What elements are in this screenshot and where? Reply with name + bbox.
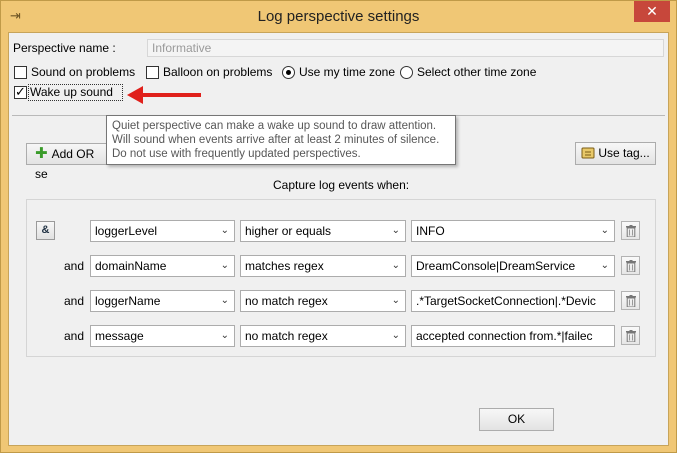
value-input-text: .*TargetSocketConnection|.*Devic	[416, 294, 596, 308]
delete-condition-button[interactable]	[621, 291, 640, 310]
chevron-down-icon: ⌄	[220, 225, 229, 236]
value-combo-value: INFO	[416, 224, 445, 238]
dialog-window: ⇥ Log perspective settings ✕ Perspective…	[0, 0, 677, 453]
operator-combo[interactable]: no match regex ⌄	[240, 325, 406, 347]
trash-icon	[626, 225, 636, 237]
chevron-down-icon: ⌄	[600, 260, 609, 271]
wake-up-sound-checkbox[interactable]	[14, 84, 27, 100]
plus-icon: ✚	[35, 145, 48, 162]
add-or-button[interactable]: ✚ Add OR se	[26, 143, 108, 181]
delete-condition-button[interactable]	[621, 256, 640, 275]
operator-combo[interactable]: higher or equals ⌄	[240, 220, 406, 242]
sound-on-problems-checkbox[interactable]	[14, 66, 27, 79]
field-combo-value: loggerName	[95, 294, 161, 308]
field-combo-value: domainName	[95, 259, 167, 273]
and-connector-label: and	[64, 294, 85, 308]
select-other-time-zone-radio[interactable]	[400, 66, 413, 79]
annotation-arrow-icon	[127, 86, 201, 104]
select-other-time-zone-label[interactable]: Select other time zone	[417, 65, 536, 79]
chevron-down-icon: ⌄	[220, 260, 229, 271]
dialog-body: Perspective name : Informative Sound on …	[8, 32, 669, 446]
field-combo-value: message	[95, 329, 144, 343]
tag-icon	[581, 147, 595, 159]
operator-combo[interactable]: matches regex ⌄	[240, 255, 406, 277]
delete-condition-button[interactable]	[621, 221, 640, 240]
field-combo[interactable]: domainName ⌄	[90, 255, 235, 277]
chevron-down-icon: ⌄	[600, 225, 609, 236]
value-combo-value: DreamConsole|DreamService	[416, 259, 576, 273]
window-title: Log perspective settings	[257, 8, 420, 25]
operator-combo-value: no match regex	[245, 329, 328, 343]
operator-combo[interactable]: no match regex ⌄	[240, 290, 406, 312]
field-combo[interactable]: message ⌄	[90, 325, 235, 347]
tooltip-line: Do not use with frequently updated persp…	[112, 148, 361, 160]
trash-icon	[626, 330, 636, 342]
balloon-on-problems-label[interactable]: Balloon on problems	[163, 65, 272, 79]
and-connector-label: and	[64, 259, 85, 273]
chevron-down-icon: ⌄	[391, 260, 400, 271]
use-my-time-zone-label[interactable]: Use my time zone	[299, 65, 395, 79]
use-tag-button[interactable]: Use tag...	[575, 142, 656, 165]
chevron-down-icon: ⌄	[220, 295, 229, 306]
balloon-on-problems-checkbox[interactable]	[146, 66, 159, 79]
value-input[interactable]: accepted connection from.*|failec	[411, 325, 615, 347]
and-connector-label: and	[64, 329, 85, 343]
sound-on-problems-label[interactable]: Sound on problems	[31, 65, 135, 79]
conditions-group: & loggerLevel ⌄ higher or equals ⌄ INFO …	[26, 199, 656, 357]
operator-combo-value: no match regex	[245, 294, 328, 308]
operator-combo-value: matches regex	[245, 259, 324, 273]
value-combo[interactable]: INFO ⌄	[411, 220, 615, 242]
value-combo[interactable]: DreamConsole|DreamService ⌄	[411, 255, 615, 277]
tooltip-line: Will sound when events arrive after at l…	[112, 134, 440, 146]
field-combo[interactable]: loggerName ⌄	[90, 290, 235, 312]
trash-icon	[626, 260, 636, 272]
and-group-button[interactable]: &	[36, 221, 55, 240]
field-combo[interactable]: loggerLevel ⌄	[90, 220, 235, 242]
use-my-time-zone-radio[interactable]	[282, 66, 295, 79]
wake-up-tooltip: Quiet perspective can make a wake up sou…	[106, 115, 456, 165]
operator-combo-value: higher or equals	[245, 224, 332, 238]
chevron-down-icon: ⌄	[391, 295, 400, 306]
perspective-name-field: Informative	[147, 39, 664, 57]
field-combo-value: loggerLevel	[95, 224, 158, 238]
value-input[interactable]: .*TargetSocketConnection|.*Devic	[411, 290, 615, 312]
wake-up-sound-label[interactable]: Wake up sound	[30, 85, 113, 99]
chevron-down-icon: ⌄	[391, 330, 400, 341]
chevron-down-icon: ⌄	[220, 330, 229, 341]
ok-button[interactable]: OK	[479, 408, 554, 431]
perspective-name-label: Perspective name :	[13, 41, 116, 55]
delete-condition-button[interactable]	[621, 326, 640, 345]
trash-icon	[626, 295, 636, 307]
capture-heading: Capture log events when:	[273, 178, 410, 192]
chevron-down-icon: ⌄	[391, 225, 400, 236]
tooltip-line: Quiet perspective can make a wake up sou…	[112, 120, 437, 132]
close-button[interactable]: ✕	[634, 1, 670, 22]
value-input-text: accepted connection from.*|failec	[416, 329, 593, 343]
title-bar[interactable]: ⇥ Log perspective settings ✕	[1, 1, 676, 32]
use-tag-label: Use tag...	[598, 146, 650, 160]
